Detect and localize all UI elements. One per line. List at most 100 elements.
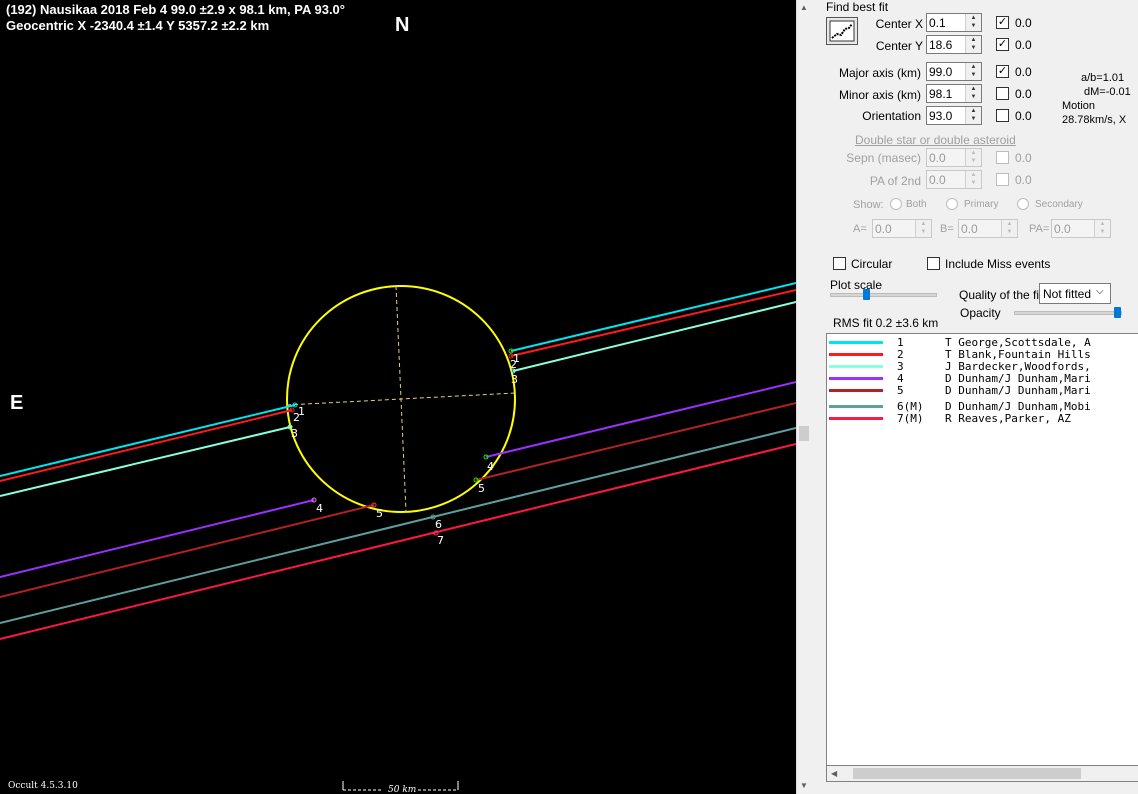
- include-miss-checkbox[interactable]: [927, 257, 940, 270]
- center-y-checkbox[interactable]: ✓: [996, 38, 1009, 51]
- legend-scroll-thumb[interactable]: [853, 768, 1081, 779]
- center-y-spinner-icon[interactable]: ▲ ▼: [965, 36, 981, 53]
- chord-3-right: [512, 301, 796, 372]
- chord-label-2: 2: [293, 411, 300, 424]
- pa-label: PA=: [1029, 223, 1050, 235]
- pa-2nd-spinner-icon[interactable]: ▲ ▼: [965, 171, 981, 188]
- minor-axis-value: 98.1: [929, 87, 953, 101]
- a-label: A=: [853, 223, 867, 235]
- legend-text: D Dunham/J Dunham,Mari: [945, 384, 1091, 397]
- chord-5-left: [0, 504, 375, 598]
- legend-row[interactable]: 2 T Blank,Fountain Hills: [827, 348, 1091, 361]
- sepn-input[interactable]: 0.0 ▲ ▼: [926, 148, 982, 167]
- show-both-radio[interactable]: [890, 198, 902, 210]
- center-y-input[interactable]: 18.6 ▲ ▼: [926, 35, 982, 54]
- quality-select[interactable]: Not fitted ⌵: [1039, 283, 1111, 304]
- include-miss-label: Include Miss events: [945, 257, 1051, 271]
- scroll-down-icon[interactable]: ▼: [800, 781, 808, 790]
- show-secondary-radio[interactable]: [1017, 198, 1029, 210]
- chord-4-right: [485, 381, 796, 458]
- center-x-checkbox[interactable]: ✓: [996, 16, 1009, 29]
- major-axis-checkbox[interactable]: ✓: [996, 65, 1009, 78]
- center-x-value: 0.1: [929, 16, 946, 30]
- show-both-label: Both: [906, 199, 927, 210]
- minor-axis-label: Minor axis (km): [838, 88, 921, 102]
- minor-axis-checkbox[interactable]: [996, 87, 1009, 100]
- legend-row[interactable]: 4 D Dunham/J Dunham,Mari: [827, 372, 1091, 385]
- opacity-label: Opacity: [960, 306, 1001, 320]
- pa-2nd-value: 0.0: [929, 173, 946, 187]
- find-best-fit-button[interactable]: [826, 17, 858, 45]
- center-x-spinner-icon[interactable]: ▲ ▼: [965, 14, 981, 31]
- orientation-label: Orientation: [862, 109, 921, 123]
- rms-fit-label: RMS fit 0.2 ±3.6 km: [833, 316, 939, 330]
- scroll-up-icon[interactable]: ▲: [800, 3, 808, 12]
- east-label: E: [10, 392, 24, 414]
- major-axis-spinner-icon[interactable]: ▲ ▼: [965, 63, 981, 80]
- observer-legend[interactable]: 1 T George,Scottsdale, A 2 T Blank,Fount…: [826, 333, 1138, 781]
- orientation-checkbox[interactable]: [996, 109, 1009, 122]
- header-line-1: (192) Nausikaa 2018 Feb 4 99.0 ±2.9 x 98…: [6, 2, 345, 17]
- pa-input[interactable]: 0.0 ▲ ▼: [1051, 219, 1111, 238]
- chevron-down-icon: ⌵: [1096, 286, 1104, 297]
- opacity-slider[interactable]: [1014, 311, 1122, 315]
- scroll-thumb[interactable]: [799, 426, 809, 441]
- chord-1-left: [0, 404, 296, 477]
- legend-row[interactable]: 5 D Dunham/J Dunham,Mari: [827, 384, 1091, 397]
- chord-4-left: [0, 499, 315, 578]
- chord-label-7: 7: [437, 534, 444, 547]
- b-value: 0.0: [961, 222, 978, 236]
- sepn-spinner-icon[interactable]: ▲ ▼: [965, 149, 981, 166]
- chord-label-3: 3: [291, 427, 298, 440]
- center-x-input[interactable]: 0.1 ▲ ▼: [926, 13, 982, 32]
- a-spinner-icon[interactable]: ▲ ▼: [915, 220, 931, 237]
- vertical-scrollbar[interactable]: ▲ ▼: [796, 0, 812, 794]
- legend-row[interactable]: 1 T George,Scottsdale, A: [827, 336, 1091, 349]
- minor-axis-spinner-icon[interactable]: ▲ ▼: [965, 85, 981, 102]
- sepn-checkbox[interactable]: [996, 151, 1009, 164]
- a-input[interactable]: 0.0 ▲ ▼: [872, 219, 932, 238]
- b-spinner-icon[interactable]: ▲ ▼: [1001, 220, 1017, 237]
- pa-2nd-checkbox[interactable]: [996, 173, 1009, 186]
- center-y-uncertainty: 0.0: [1015, 38, 1032, 52]
- pa-spinner-icon[interactable]: ▲ ▼: [1094, 220, 1110, 237]
- legend-horizontal-scrollbar[interactable]: ◀: [826, 765, 1138, 782]
- legend-row[interactable]: 6(M) D Dunham/J Dunham,Mobi: [827, 400, 1091, 413]
- minor-axis-input[interactable]: 98.1 ▲ ▼: [926, 84, 982, 103]
- minor-axis-uncertainty: 0.0: [1015, 87, 1032, 101]
- sepn-value: 0.0: [929, 151, 946, 165]
- legend-num: 5: [897, 384, 904, 397]
- major-axis-label: Major axis (km): [838, 66, 921, 80]
- plot-area[interactable]: 1 2 3 1 2 3 4 4 5 5 6 7 50 km (192) Naus…: [0, 0, 796, 794]
- legend-row[interactable]: 3 J Bardecker,Woodfords,: [827, 360, 1091, 373]
- major-axis-input[interactable]: 99.0 ▲ ▼: [926, 62, 982, 81]
- show-primary-radio[interactable]: [946, 198, 958, 210]
- scroll-left-icon[interactable]: ◀: [831, 769, 837, 778]
- circular-checkbox[interactable]: [833, 257, 846, 270]
- legend-row[interactable]: 7(M) R Reaves,Parker, AZ: [827, 412, 1071, 425]
- chord-1-right: [510, 282, 796, 352]
- pa-2nd-input[interactable]: 0.0 ▲ ▼: [926, 170, 982, 189]
- opacity-thumb[interactable]: [1114, 307, 1121, 318]
- center-x-label: Center X: [875, 17, 923, 31]
- chord-2-right: [510, 289, 796, 357]
- legend-swatch: [829, 389, 883, 392]
- legend-text: R Reaves,Parker, AZ: [945, 412, 1071, 425]
- chord-2-left: [0, 409, 293, 482]
- b-input[interactable]: 0.0 ▲ ▼: [958, 219, 1018, 238]
- north-label: N: [395, 14, 410, 36]
- orientation-input[interactable]: 93.0 ▲ ▼: [926, 106, 982, 125]
- chord-label-4: 4: [316, 502, 323, 515]
- sepn-uncertainty: 0.0: [1015, 151, 1032, 165]
- chord-plot: 1 2 3 1 2 3 4 4 5 5 6 7 50 km: [0, 282, 796, 794]
- plot-scale-slider[interactable]: [830, 293, 937, 297]
- legend-swatch: [829, 405, 883, 408]
- plot-scale-thumb[interactable]: [863, 289, 870, 300]
- a-value: 0.0: [875, 222, 892, 236]
- version-label: Occult 4.5.3.10: [8, 781, 78, 791]
- legend-swatch: [829, 377, 883, 380]
- double-star-label: Double star or double asteroid: [855, 133, 1016, 147]
- quality-select-value: Not fitted: [1043, 287, 1092, 301]
- orientation-spinner-icon[interactable]: ▲ ▼: [965, 107, 981, 124]
- minor-axis-line: [395, 285, 407, 513]
